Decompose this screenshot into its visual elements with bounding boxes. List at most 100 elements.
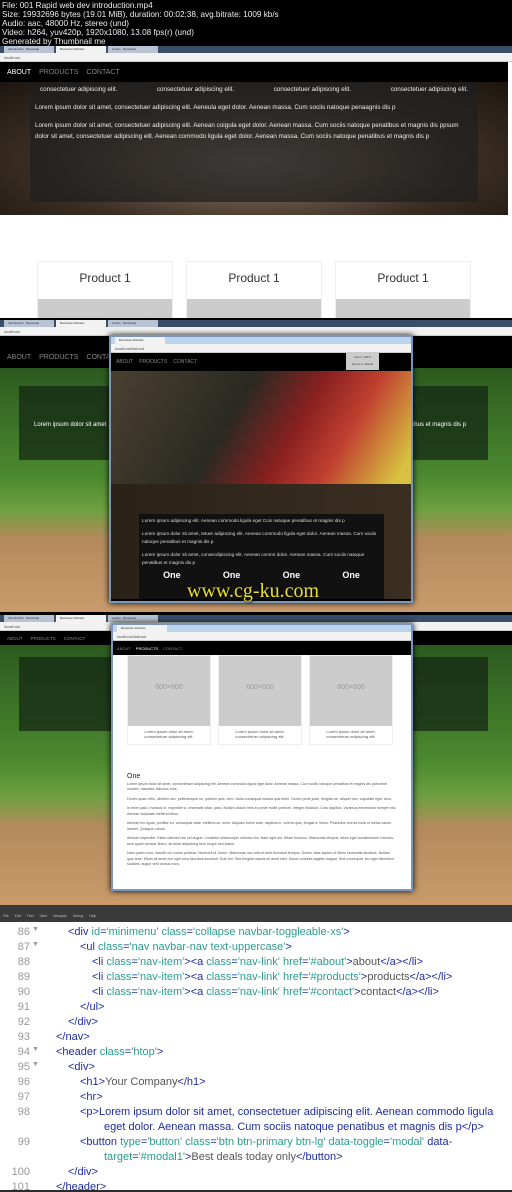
browser-tab[interactable]: Introduction · Bootstrap bbox=[4, 615, 54, 622]
section-paragraph: Aenean imperdiet. Etiam ultricies nisi v… bbox=[127, 836, 395, 846]
section-paragraph: In enim justo, rhoncus ut, imperdiet a, … bbox=[127, 806, 397, 816]
hero-paragraph: Lorem ipsum dolor sit amet, consectetuer… bbox=[35, 122, 459, 140]
address-bar[interactable]: localhost/#about bbox=[113, 632, 411, 641]
browser-tab[interactable]: Bootstrap Website bbox=[56, 46, 106, 53]
nav-products[interactable]: PRODUCTS bbox=[39, 69, 78, 76]
fold-arrow-icon[interactable]: ▼ bbox=[32, 1046, 39, 1053]
nav-products[interactable]: PRODUCTS bbox=[39, 354, 78, 361]
code-editor[interactable]: 86 ▼ <div id='minimenu' class='collapse na… bbox=[0, 922, 512, 1192]
line-number: 100 bbox=[11, 1166, 30, 1178]
menu-edit[interactable]: Edit bbox=[15, 914, 21, 922]
product-title: Product 1 bbox=[377, 271, 429, 285]
line-number: 92 bbox=[17, 1016, 30, 1028]
browser-tab[interactable]: Introduction · Bootstrap bbox=[4, 46, 54, 53]
hero-overlay: consectetuer adipiscing elit. consectetu… bbox=[30, 82, 478, 202]
browser-tab[interactable]: Colors · Bootstrap bbox=[108, 320, 158, 327]
panel-paragraph: Lorem ipsum dolor sit amet, tetuer adipi… bbox=[142, 531, 377, 544]
code-line[interactable]: </nav> bbox=[56, 1031, 90, 1043]
code-line[interactable]: <h1>Your Company</h1> bbox=[80, 1076, 206, 1088]
line-number: 91 bbox=[17, 1001, 30, 1013]
bicycle-image bbox=[111, 371, 411, 484]
code-line[interactable]: <div id='minimenu' class='collapse navba… bbox=[68, 926, 350, 938]
menu-view[interactable]: View bbox=[39, 914, 47, 922]
code-line[interactable]: <ul class='nav navbar-nav text-uppercase… bbox=[80, 941, 292, 953]
code-line[interactable]: </div> bbox=[68, 1016, 98, 1028]
frame-3: Introduction · Bootstrap Bootstrap Websit… bbox=[0, 615, 512, 905]
nav-products[interactable]: PRODUCTS bbox=[139, 359, 167, 365]
line-number: 90 bbox=[17, 986, 30, 998]
code-line[interactable]: </ul> bbox=[80, 1001, 104, 1013]
browser-tab[interactable]: Bootstrap Website bbox=[56, 615, 106, 622]
fold-arrow-icon[interactable]: ▼ bbox=[32, 926, 39, 933]
col-text: consectetuer adipiscing elit. bbox=[390, 86, 468, 93]
code-line[interactable]: <p>Lorem ipsum dolor sit amet, consectet… bbox=[80, 1106, 493, 1118]
product-card[interactable]: 600×600 Lorem ipsum dolor sit amet, conse… bbox=[309, 655, 393, 745]
product-card[interactable]: Product 1 bbox=[186, 261, 322, 318]
menu-file[interactable]: File bbox=[3, 914, 9, 922]
menu-find[interactable]: Find bbox=[27, 914, 34, 922]
file-metadata: File: 001 Rapid web dev introduction.mp4… bbox=[2, 1, 279, 46]
browser-tab[interactable]: Colors · Bootstrap bbox=[108, 46, 158, 53]
browser-tab[interactable]: Introduction · Bootstrap bbox=[4, 320, 54, 327]
section-one: One Lorem ipsum dolor sit amet, consecte… bbox=[113, 750, 411, 868]
browser-tab[interactable]: Bootstrap Website bbox=[117, 625, 167, 632]
line-number: 98 bbox=[17, 1106, 30, 1118]
meta-line: Video: h264, yuv420p, 1920x1080, 13.08 f… bbox=[2, 28, 194, 37]
nav-contact[interactable]: CONTACT bbox=[86, 69, 119, 76]
nav-products[interactable]: PRODUCTS bbox=[31, 636, 56, 641]
frame-4-code-editor: File Edit Find View Navigate Debug Help 86 ▼ <di… bbox=[0, 905, 512, 1192]
product-card[interactable]: 600×600 Lorem ipsum dolor sit amet, conse… bbox=[218, 655, 302, 745]
product-image bbox=[336, 299, 470, 318]
product-image bbox=[187, 299, 321, 318]
line-number: 87 bbox=[17, 941, 30, 953]
code-line[interactable]: </div> bbox=[68, 1166, 98, 1178]
section-paragraph: Donec quam felis, ultricies nec, pellent… bbox=[127, 796, 393, 801]
browser-tab[interactable]: Colors · Bootstrap bbox=[108, 615, 158, 622]
popup-browser-window: Bootstrap Website localhost/#about ABOUT… bbox=[109, 335, 413, 603]
nav-about[interactable]: ABOUT bbox=[117, 646, 131, 651]
nav-contact[interactable]: CONTACT bbox=[163, 646, 182, 651]
product-caption: Lorem ipsum dolor sit amet, consectetuer… bbox=[235, 729, 285, 739]
code-line[interactable]: <header class='htop'> bbox=[56, 1046, 163, 1058]
menu-debug[interactable]: Debug bbox=[73, 914, 83, 922]
browser-tab[interactable]: Bootstrap Website bbox=[115, 337, 165, 344]
line-number: 101 bbox=[11, 1181, 30, 1192]
code-line[interactable]: <li class='nav-item'><a class='nav-link'… bbox=[92, 971, 452, 983]
meta-line: Audio: aac, 48000 Hz, stereo (und) bbox=[2, 19, 129, 28]
nav-about[interactable]: ABOUT bbox=[116, 359, 133, 365]
panel-paragraph: Lorem ipsum adipiscing elit. Aenean comm… bbox=[142, 518, 345, 523]
browser-tab[interactable]: Bootstrap Website bbox=[56, 320, 106, 327]
code-line[interactable]: <div> bbox=[68, 1061, 95, 1073]
code-line[interactable]: <li class='nav-item'><a class='nav-link'… bbox=[92, 986, 439, 998]
code-line[interactable]: <li class='nav-item'><a class='nav-link'… bbox=[92, 956, 423, 968]
nav-products[interactable]: PRODUCTS bbox=[136, 646, 158, 651]
column-heading: One bbox=[163, 570, 181, 580]
code-line[interactable]: target='#modal1'>Best deals today only</… bbox=[104, 1151, 343, 1163]
column-heading: One bbox=[282, 570, 301, 580]
product-title: Product 1 bbox=[228, 271, 280, 285]
nav-about[interactable]: ABOUT bbox=[7, 69, 31, 76]
col-text: consectetuer adipiscing elit. bbox=[40, 86, 118, 93]
reset-zoom-button[interactable]: Reset to default bbox=[346, 362, 379, 366]
nav-contact[interactable]: CONTACT bbox=[173, 359, 197, 365]
code-line[interactable]: eget dolor. Aenean massa. Cum sociis nat… bbox=[104, 1121, 484, 1133]
browser-tabs: Introduction · Bootstrap Bootstrap Websi… bbox=[0, 46, 512, 53]
menu-navigate[interactable]: Navigate bbox=[53, 914, 67, 922]
code-line[interactable]: </header> bbox=[56, 1181, 106, 1192]
nav-contact[interactable]: CONTACT bbox=[64, 636, 85, 641]
nav-about[interactable]: ABOUT bbox=[7, 354, 31, 361]
line-number: 97 bbox=[17, 1091, 30, 1103]
code-line[interactable]: <hr> bbox=[80, 1091, 103, 1103]
address-bar[interactable]: localhost/#about bbox=[111, 344, 411, 353]
address-bar[interactable]: localhost bbox=[0, 53, 512, 62]
menu-help[interactable]: Help bbox=[89, 914, 96, 922]
product-card[interactable]: 600×600 Lorem ipsum dolor sit amet, conse… bbox=[127, 655, 211, 745]
hero-text: tibus et magnis dis p bbox=[411, 422, 466, 428]
fold-arrow-icon[interactable]: ▼ bbox=[32, 941, 39, 948]
code-line[interactable]: <button type='button' class='btn btn-pri… bbox=[80, 1136, 452, 1148]
nav-about[interactable]: ABOUT bbox=[7, 636, 23, 641]
product-card[interactable]: Product 1 bbox=[335, 261, 471, 318]
product-card[interactable]: Product 1 bbox=[37, 261, 173, 318]
fold-arrow-icon[interactable]: ▼ bbox=[32, 1061, 39, 1068]
section-paragraph: Lorem ipsum dolor sit amet, consectetuer… bbox=[127, 781, 387, 792]
